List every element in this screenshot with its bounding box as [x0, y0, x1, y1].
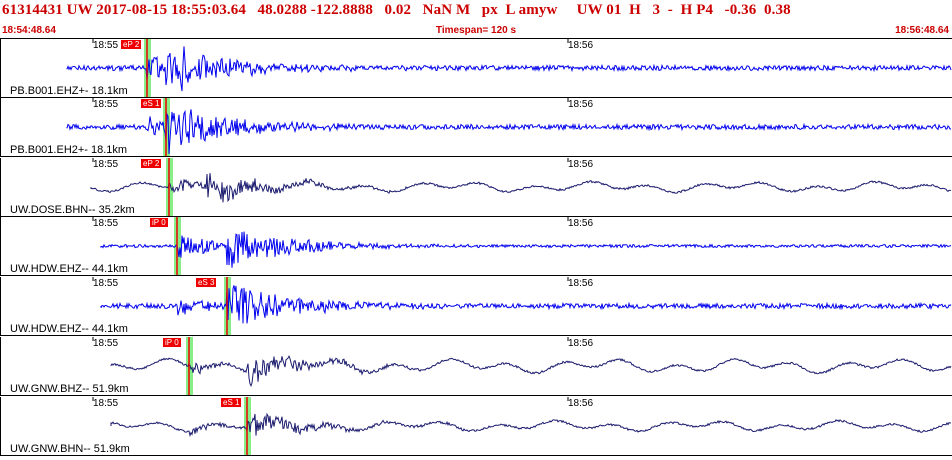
tick-label-1856: 18:56: [568, 99, 594, 110]
trace-panel-7[interactable]: 18:55 18:56 eS 1 UW.GNW.BHN-- 51.9km: [0, 397, 952, 456]
trace-panel-1[interactable]: 18:55 18:56 eP 2 PB.B001.EHZ+- 18.1km: [0, 39, 952, 98]
trace-panel-5[interactable]: 18:55 18:56 eS 3 UW.HDW.EHZ-- 44.1km: [0, 277, 952, 336]
pick-flag[interactable]: iP 0: [163, 338, 181, 347]
station-label: PB.B001.EHZ+- 18.1km: [10, 85, 128, 97]
pick-flag[interactable]: eS 1: [221, 398, 242, 407]
tick-label-1855: 18:55: [93, 278, 119, 289]
tick-label-1856: 18:56: [568, 218, 594, 229]
station-label: UW.HDW.EHZ-- 44.1km: [10, 263, 128, 275]
timespan-label: Timespan= 120 s: [435, 25, 517, 36]
tick-label-1856: 18:56: [568, 159, 594, 170]
station-label: UW.HDW.EHZ-- 44.1km: [10, 323, 128, 335]
station-label: PB.B001.EH2+- 18.1km: [10, 144, 128, 156]
waveform-trace: [110, 355, 952, 388]
pick-flag[interactable]: eS 1: [141, 99, 162, 108]
waveform-trace: [100, 231, 952, 268]
tick-label-1855: 18:55: [93, 338, 119, 349]
trace-panel-3[interactable]: 18:55 18:56 eP 2 UW.DOSE.BHN-- 35.2km: [0, 158, 952, 217]
window-end-time: 18:56:48.64: [895, 25, 949, 36]
waveform-trace: [66, 109, 952, 154]
station-label: UW.DOSE.BHN-- 35.2km: [10, 204, 135, 216]
seismogram-panels: 18:55 18:56 eP 2 PB.B001.EHZ+- 18.1km 18…: [0, 39, 952, 460]
trace-canvas: [66, 39, 952, 97]
event-summary-line: 61314431 UW 2017-08-15 18:55:03.64 48.02…: [2, 2, 791, 18]
pick-flag[interactable]: eP 2: [141, 159, 162, 168]
trace-canvas: [92, 397, 952, 455]
tick-label-1855: 18:55: [93, 218, 119, 229]
tick-label-1855: 18:55: [93, 398, 119, 409]
tick-label-1855: 18:55: [93, 159, 119, 170]
tick-label-1856: 18:56: [568, 278, 594, 289]
tick-label-1856: 18:56: [568, 40, 594, 51]
station-label: UW.GNW.BHN-- 51.9km: [10, 443, 130, 455]
trace-canvas: [92, 277, 952, 335]
pick-flag[interactable]: iP 0: [150, 218, 168, 227]
tick-label-1856: 18:56: [568, 398, 594, 409]
pick-flag[interactable]: eP 2: [121, 40, 142, 49]
trace-panel-4[interactable]: 18:55 18:56 iP 0 UW.HDW.EHZ-- 44.1km: [0, 217, 952, 276]
tick-label-1856: 18:56: [568, 338, 594, 349]
waveform-trace: [66, 46, 952, 92]
event-header: 61314431 UW 2017-08-15 18:55:03.64 48.02…: [0, 0, 952, 39]
waveform-trace: [90, 173, 951, 203]
trace-panel-2[interactable]: 18:55 18:56 eS 1 PB.B001.EH2+- 18.1km: [0, 98, 952, 157]
pick-flag[interactable]: eS 3: [196, 278, 217, 287]
trace-panel-6[interactable]: 18:55 18:56 iP 0 UW.GNW.BHZ-- 51.9km: [0, 337, 952, 396]
waveform-trace: [100, 285, 952, 324]
waveform-trace: [110, 412, 952, 438]
tick-label-1855: 18:55: [93, 99, 119, 110]
tick-label-1855: 18:55: [93, 40, 119, 51]
trace-canvas: [92, 337, 952, 395]
station-label: UW.GNW.BHZ-- 51.9km: [10, 383, 129, 395]
window-start-time: 18:54:48.64: [2, 25, 56, 36]
trace-canvas: [92, 217, 952, 275]
